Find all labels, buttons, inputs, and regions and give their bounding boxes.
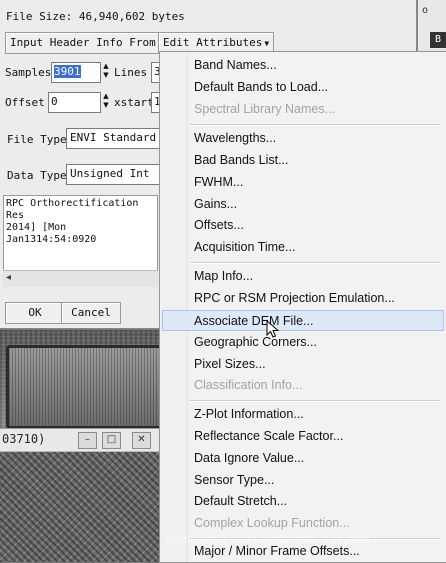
menu-item-z-plot-info[interactable]: Z-Plot Information... bbox=[162, 404, 444, 425]
description-hscrollbar[interactable]: ◂ bbox=[3, 270, 158, 287]
menu-item-label: Acquisition Time... bbox=[194, 240, 296, 254]
menu-item-associate-dem-file[interactable]: Associate DEM File... bbox=[162, 310, 444, 331]
lines-label: Lines bbox=[114, 66, 148, 79]
menu-item-label: Sensor Type... bbox=[194, 473, 275, 487]
menu-item-default-bands[interactable]: Default Bands to Load... bbox=[162, 77, 444, 98]
file-size-label: File Size: 46,940,602 bytes bbox=[6, 10, 185, 23]
menu-separator bbox=[190, 124, 440, 126]
menu-item-bad-bands[interactable]: Bad Bands List... bbox=[162, 150, 444, 171]
menu-item-label: Band Names... bbox=[194, 58, 277, 72]
image-window-title: 03710) bbox=[2, 432, 46, 446]
menu-item-label: Default Stretch... bbox=[194, 494, 288, 508]
cancel-label: Cancel bbox=[71, 306, 111, 319]
file-type-label: File Type bbox=[7, 133, 67, 146]
data-type-select[interactable]: Unsigned Int bbox=[66, 164, 164, 185]
offset-spinner-icon[interactable]: ▲ ▼ bbox=[100, 92, 112, 111]
data-type-label: Data Type bbox=[7, 169, 67, 182]
ok-button[interactable]: OK bbox=[5, 302, 65, 324]
input-header-info-button[interactable]: Input Header Info From▼ bbox=[5, 32, 163, 54]
menu-item-label: Spectral Library Names... bbox=[194, 102, 336, 116]
menu-item-label: Classification Info... bbox=[194, 378, 303, 392]
menu-item-complex-lookup: Complex Lookup Function... bbox=[162, 513, 444, 534]
menu-item-label: FWHM... bbox=[194, 175, 244, 189]
maximize-icon[interactable]: □ bbox=[102, 432, 121, 449]
samples-label: Samples bbox=[5, 66, 52, 79]
samples-field[interactable]: 3901 bbox=[51, 62, 101, 83]
menu-item-offsets[interactable]: Offsets... bbox=[162, 215, 444, 236]
menu-item-label: RPC or RSM Projection Emulation... bbox=[194, 291, 395, 305]
watermark-text: https://blog.csdn.net/weixin_43626557 bbox=[166, 532, 378, 546]
menu-item-label: Reflectance Scale Factor... bbox=[194, 429, 344, 443]
file-type-select[interactable]: ENVI Standard bbox=[66, 128, 164, 149]
ok-label: OK bbox=[28, 306, 42, 319]
menu-item-label: Wavelengths... bbox=[194, 131, 277, 145]
file-type-value: ENVI Standard bbox=[70, 131, 157, 144]
menu-item-gains[interactable]: Gains... bbox=[162, 194, 444, 215]
menu-item-label: Gains... bbox=[194, 197, 238, 211]
image-window-titlebar: 03710) – □ ✕ bbox=[0, 429, 160, 452]
menu-item-reflectance-scale[interactable]: Reflectance Scale Factor... bbox=[162, 426, 444, 447]
input-header-info-label: Input Header Info From bbox=[10, 36, 156, 49]
samples-spinner-icon[interactable]: ▲ ▼ bbox=[100, 62, 112, 81]
menu-item-label: Z-Plot Information... bbox=[194, 407, 304, 421]
menu-item-spectral-library-names: Spectral Library Names... bbox=[162, 99, 444, 120]
xstart-label: xstart bbox=[114, 96, 154, 109]
background-image-window: 03710) – □ ✕ bbox=[0, 428, 160, 562]
mouse-cursor-icon bbox=[266, 320, 280, 338]
menu-item-label: Pixel Sizes... bbox=[194, 357, 266, 371]
cancel-button[interactable]: Cancel bbox=[61, 302, 121, 324]
menu-item-geographic-corners[interactable]: Geographic Corners... bbox=[162, 332, 444, 353]
chevron-down-icon: ▼ bbox=[264, 39, 270, 48]
menu-item-fwhm[interactable]: FWHM... bbox=[162, 172, 444, 193]
background-image-panel bbox=[6, 345, 162, 429]
data-type-value: Unsigned Int bbox=[70, 167, 150, 180]
description-line: RPC Orthorectification Res bbox=[6, 198, 139, 221]
menu-item-label: Complex Lookup Function... bbox=[194, 516, 350, 530]
offset-field[interactable]: 0 bbox=[48, 92, 101, 113]
scroll-left-icon[interactable]: ◂ bbox=[6, 272, 11, 283]
menu-item-acquisition-time[interactable]: Acquisition Time... bbox=[162, 237, 444, 258]
menu-item-data-ignore-value[interactable]: Data Ignore Value... bbox=[162, 448, 444, 469]
menu-item-label: Data Ignore Value... bbox=[194, 451, 305, 465]
offset-value: 0 bbox=[51, 95, 58, 108]
image-window-canvas[interactable] bbox=[0, 452, 160, 562]
menu-item-label: Offsets... bbox=[194, 218, 244, 232]
samples-value: 3901 bbox=[54, 65, 81, 78]
menu-item-label: Geographic Corners... bbox=[194, 335, 317, 349]
menu-item-rpc-rsm-emulation[interactable]: RPC or RSM Projection Emulation... bbox=[162, 288, 444, 309]
menu-item-default-stretch[interactable]: Default Stretch... bbox=[162, 491, 444, 512]
menu-item-classification-info: Classification Info... bbox=[162, 375, 444, 396]
menu-item-band-names[interactable]: Band Names... bbox=[162, 55, 444, 76]
menu-item-label: Bad Bands List... bbox=[194, 153, 289, 167]
menu-item-pixel-sizes[interactable]: Pixel Sizes... bbox=[162, 354, 444, 375]
menu-item-label: Default Bands to Load... bbox=[194, 80, 329, 94]
offset-label: Offset bbox=[5, 96, 45, 109]
edit-attributes-menu: Band Names... Default Bands to Load... S… bbox=[159, 51, 446, 563]
menu-item-label: Map Info... bbox=[194, 269, 254, 283]
fragment-text: o bbox=[422, 5, 429, 16]
fragment-icon: B bbox=[430, 32, 446, 48]
menu-separator bbox=[190, 262, 440, 264]
menu-separator bbox=[190, 400, 440, 402]
edit-attributes-label: Edit Attributes bbox=[163, 36, 263, 49]
menu-item-label: Associate DEM File... bbox=[194, 314, 314, 328]
menu-item-wavelengths[interactable]: Wavelengths... bbox=[162, 128, 444, 149]
description-line: 2014] [Mon Jan1314:54:0920 bbox=[6, 222, 97, 245]
menu-item-map-info[interactable]: Map Info... bbox=[162, 266, 444, 287]
minimize-icon[interactable]: – bbox=[78, 432, 97, 449]
menu-item-sensor-type[interactable]: Sensor Type... bbox=[162, 470, 444, 491]
close-icon[interactable]: ✕ bbox=[132, 432, 151, 449]
